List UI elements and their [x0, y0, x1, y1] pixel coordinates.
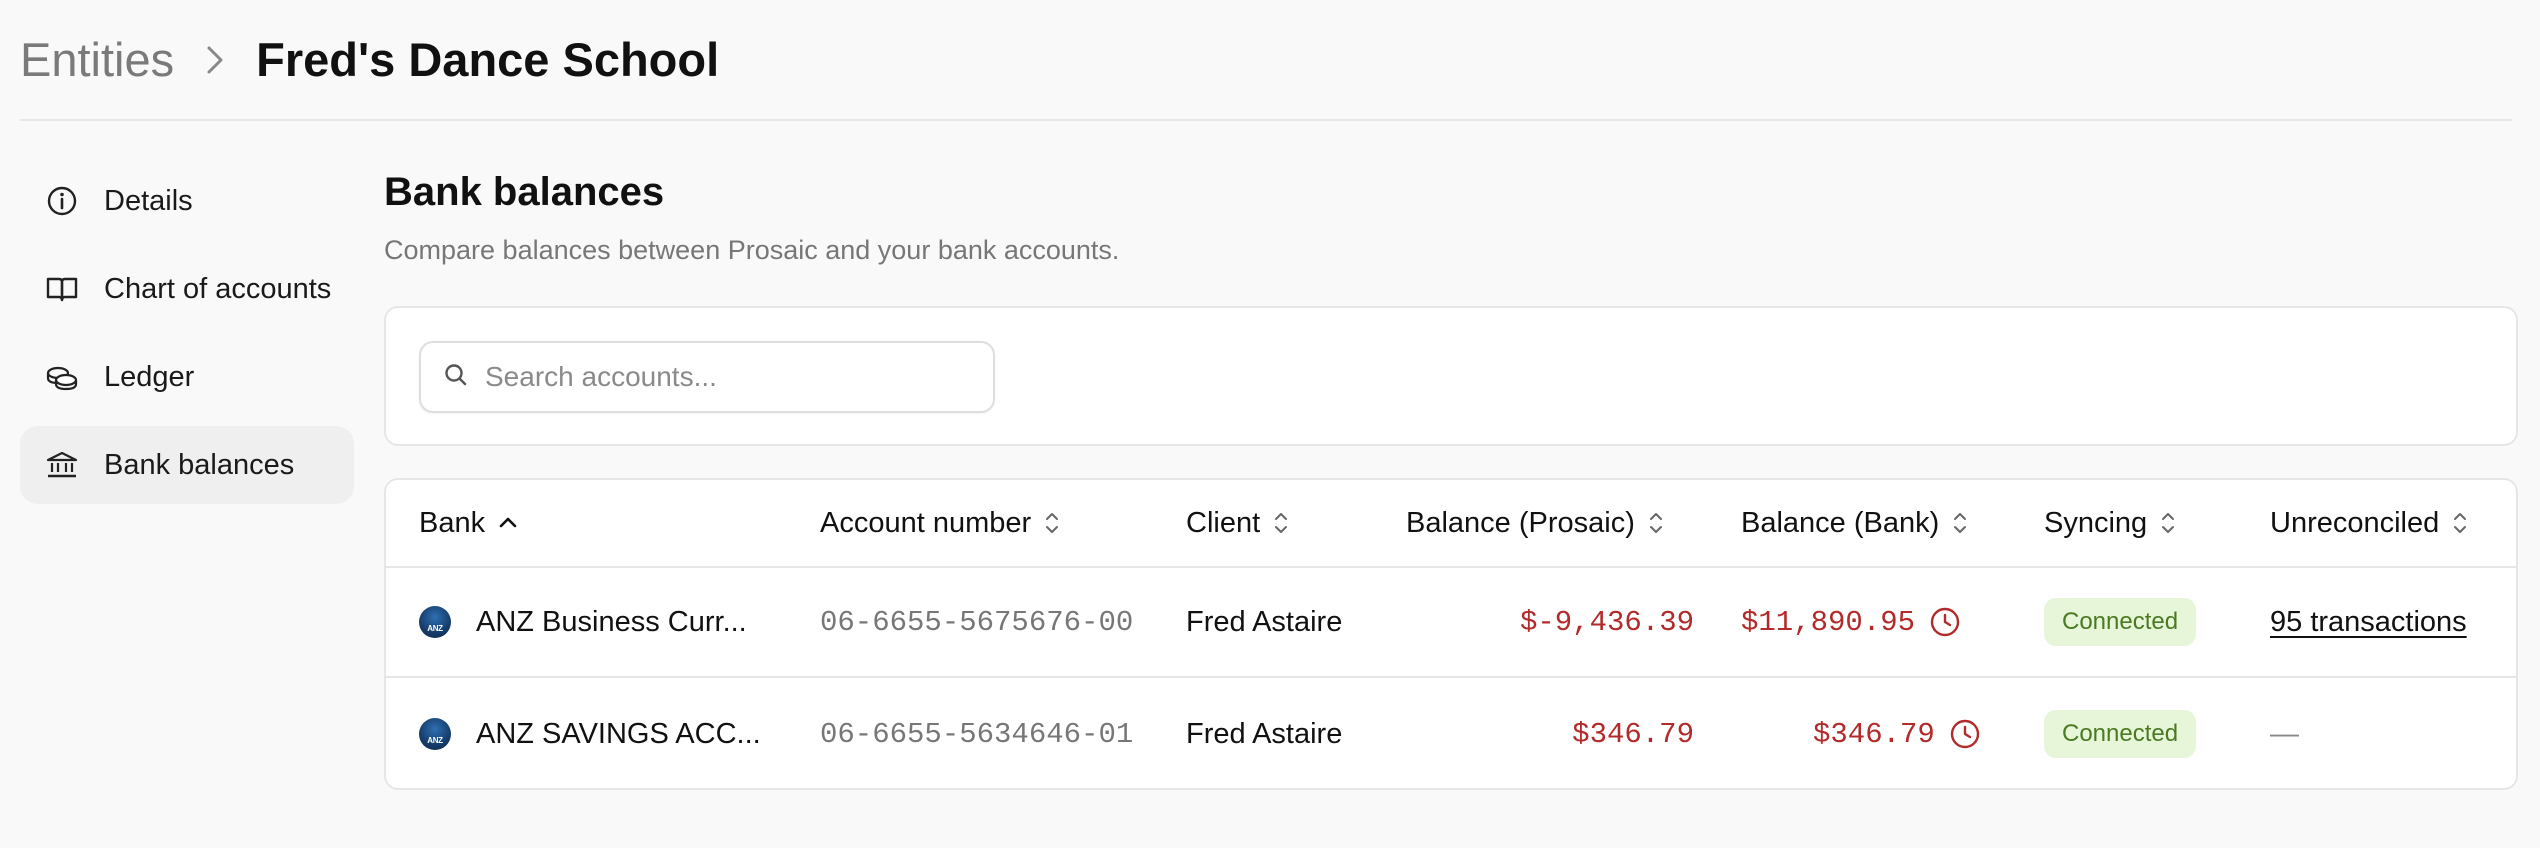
balance-bank: $346.79 [1813, 717, 1935, 751]
column-header-bank[interactable]: Bank [419, 480, 519, 566]
sort-ascending-icon [497, 512, 519, 534]
client-name: Fred Astaire [1186, 605, 1343, 638]
sidebar-item-label: Ledger [104, 360, 195, 393]
sidebar-nav: Details Chart of accounts Ledger Bank ba… [20, 162, 354, 514]
book-icon [44, 271, 80, 307]
status-badge: Connected [2044, 710, 2197, 758]
column-header-label: Syncing [2044, 506, 2148, 539]
info-icon [44, 183, 80, 219]
chevron-right-icon [204, 43, 226, 77]
syncing-cell: Connected [2044, 678, 2197, 788]
bank-icon [44, 447, 80, 483]
bank-balances-table: Bank Account number Client Balance (Pros… [384, 478, 2518, 790]
balance-bank-cell: $346.79 [1741, 678, 1981, 788]
sidebar-item-label: Chart of accounts [104, 272, 332, 305]
unreconciled-empty: — [2270, 717, 2299, 750]
sidebar-item-chart-of-accounts[interactable]: Chart of accounts [20, 250, 354, 328]
account-number: 06-6655-5675676-00 [820, 605, 1134, 639]
bank-name: ANZ SAVINGS ACC... [476, 717, 761, 750]
bank-name: ANZ Business Curr... [476, 605, 747, 638]
status-badge: Connected [2044, 598, 2197, 646]
search-box[interactable] [419, 341, 995, 413]
syncing-cell: Connected [2044, 568, 2197, 676]
anz-logo-icon: ANZ [419, 606, 451, 638]
bank-cell: ANZ ANZ SAVINGS ACC... [419, 678, 761, 788]
sidebar-item-details[interactable]: Details [20, 162, 354, 240]
sort-toggle-icon [1647, 510, 1665, 536]
column-header-balance-bank[interactable]: Balance (Bank) [1741, 480, 1969, 566]
balance-prosaic: $346.79 [1572, 717, 1694, 751]
clock-icon[interactable] [1949, 718, 1981, 750]
sort-toggle-icon [1272, 510, 1290, 536]
column-header-label: Unreconciled [2270, 506, 2440, 539]
column-header-syncing[interactable]: Syncing [2044, 480, 2177, 566]
balance-bank-cell: $11,890.95 [1741, 568, 1961, 676]
sidebar-item-ledger[interactable]: Ledger [20, 338, 354, 416]
column-header-label: Client [1186, 506, 1261, 539]
table-row[interactable]: ANZ ANZ SAVINGS ACC... 06-6655-5634646-0… [386, 678, 2516, 788]
column-header-balance-prosaic[interactable]: Balance (Prosaic) [1406, 480, 1665, 566]
anz-logo-icon: ANZ [419, 718, 451, 750]
search-card [384, 306, 2518, 446]
main-content: Bank balances Compare balances between P… [384, 170, 2518, 790]
unreconciled-cell: — [2270, 678, 2299, 788]
column-header-account-number[interactable]: Account number [820, 480, 1061, 566]
column-header-label: Account number [820, 506, 1032, 539]
column-header-client[interactable]: Client [1186, 480, 1290, 566]
unreconciled-transactions-link[interactable]: 95 transactions [2270, 606, 2467, 639]
client-name: Fred Astaire [1186, 717, 1343, 750]
sort-toggle-icon [1951, 510, 1969, 536]
page-subtitle: Compare balances between Prosaic and you… [384, 235, 1120, 265]
account-number: 06-6655-5634646-01 [820, 717, 1134, 751]
bank-cell: ANZ ANZ Business Curr... [419, 568, 747, 676]
sort-toggle-icon [2451, 510, 2469, 536]
column-header-unreconciled[interactable]: Unreconciled [2270, 480, 2469, 566]
column-header-label: Bank [419, 506, 486, 539]
breadcrumb: Entities Fred's Dance School [20, 0, 2512, 121]
page-heading-entity: Fred's Dance School [256, 33, 720, 86]
breadcrumb-entities-link[interactable]: Entities [20, 32, 174, 87]
balance-bank: $11,890.95 [1741, 605, 1916, 639]
coins-icon [44, 359, 80, 395]
column-header-label: Balance (Bank) [1741, 506, 1940, 539]
unreconciled-cell: 95 transactions [2270, 568, 2467, 676]
sort-toggle-icon [2159, 510, 2177, 536]
sort-toggle-icon [1043, 510, 1061, 536]
table-header-row: Bank Account number Client Balance (Pros… [386, 480, 2516, 568]
table-row[interactable]: ANZ ANZ Business Curr... 06-6655-5675676… [386, 568, 2516, 678]
column-header-label: Balance (Prosaic) [1406, 506, 1635, 539]
sidebar-item-label: Bank balances [104, 448, 295, 481]
sidebar-item-label: Details [104, 184, 193, 217]
search-input[interactable] [485, 361, 965, 393]
page-title: Bank balances [384, 170, 665, 214]
sidebar-item-bank-balances[interactable]: Bank balances [20, 426, 354, 504]
search-icon [443, 362, 469, 393]
balance-prosaic: $-9,436.39 [1519, 605, 1694, 639]
clock-icon[interactable] [1929, 606, 1961, 638]
